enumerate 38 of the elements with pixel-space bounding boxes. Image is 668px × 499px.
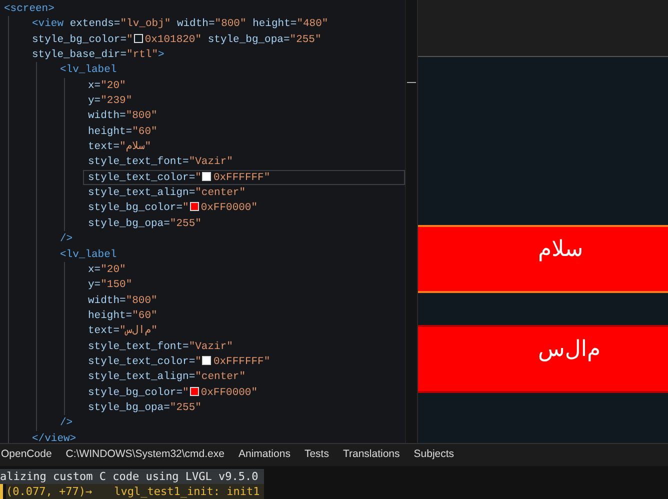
log-marker-icon xyxy=(0,484,3,499)
panel-tab[interactable]: Tests xyxy=(304,447,329,463)
preview-label[interactable]: ﻡﺍﻝﺱ xyxy=(418,325,668,393)
panel-tab[interactable]: Translations xyxy=(342,447,400,463)
code-line: style_text_align="center" xyxy=(87,186,247,200)
code-line: style_text_align="center" xyxy=(87,370,247,385)
code-line: width="800" xyxy=(87,294,158,308)
code-line: </view> xyxy=(31,432,78,443)
code-line: /> xyxy=(59,416,74,431)
panel-tab[interactable]: Subjects xyxy=(414,447,454,463)
code-line: height="60" xyxy=(87,308,158,324)
code-line: height="60" xyxy=(87,124,158,140)
code-line: style_text_color=" 0xFFFFFF" xyxy=(87,354,272,370)
code-line: <lv_label xyxy=(59,63,118,78)
code-line: <lv_label xyxy=(59,248,118,262)
panel-tab[interactable]: C:\WINDOWS\System32\cmd.exe xyxy=(66,447,224,463)
code-line: style_text_font="Vazir" xyxy=(87,155,234,170)
code-line: style_bg_opa="255" xyxy=(87,216,202,232)
log-text: (0.077, +77)→ xyxy=(6,484,92,499)
code-line: <screen> xyxy=(3,2,56,16)
code-line: <view extends="lv_obj" width="800" height="480" xyxy=(31,17,330,32)
panel-tab[interactable]: OpenCode xyxy=(1,447,52,463)
code-line: style_bg_opa="255" xyxy=(87,400,202,416)
code-line: x="20" xyxy=(87,262,127,278)
code-line: style_bg_color=" 0xFF0000" xyxy=(87,386,259,400)
code-line: style_bg_color=" 0xFF0000" xyxy=(87,201,259,216)
panel-tab[interactable]: Animations xyxy=(238,447,290,463)
code-line: width="800" xyxy=(87,109,158,124)
code-line: style_text_font="Vazir" xyxy=(87,340,234,354)
code-line: /> xyxy=(59,232,74,246)
code-line: style_base_dir="rtl"> xyxy=(31,48,166,62)
code-line: y="150" xyxy=(87,278,134,293)
code-line: style_bg_color=" 0x101820" style_bg_opa="255" xyxy=(31,32,322,48)
code-line: y="239" xyxy=(87,94,134,108)
scrollbar[interactable] xyxy=(405,0,418,443)
code-line: x="20" xyxy=(87,78,127,94)
log-text: lvgl_test1_init: init1 xyxy=(114,484,260,499)
preview-label[interactable]: سلام xyxy=(418,225,668,293)
